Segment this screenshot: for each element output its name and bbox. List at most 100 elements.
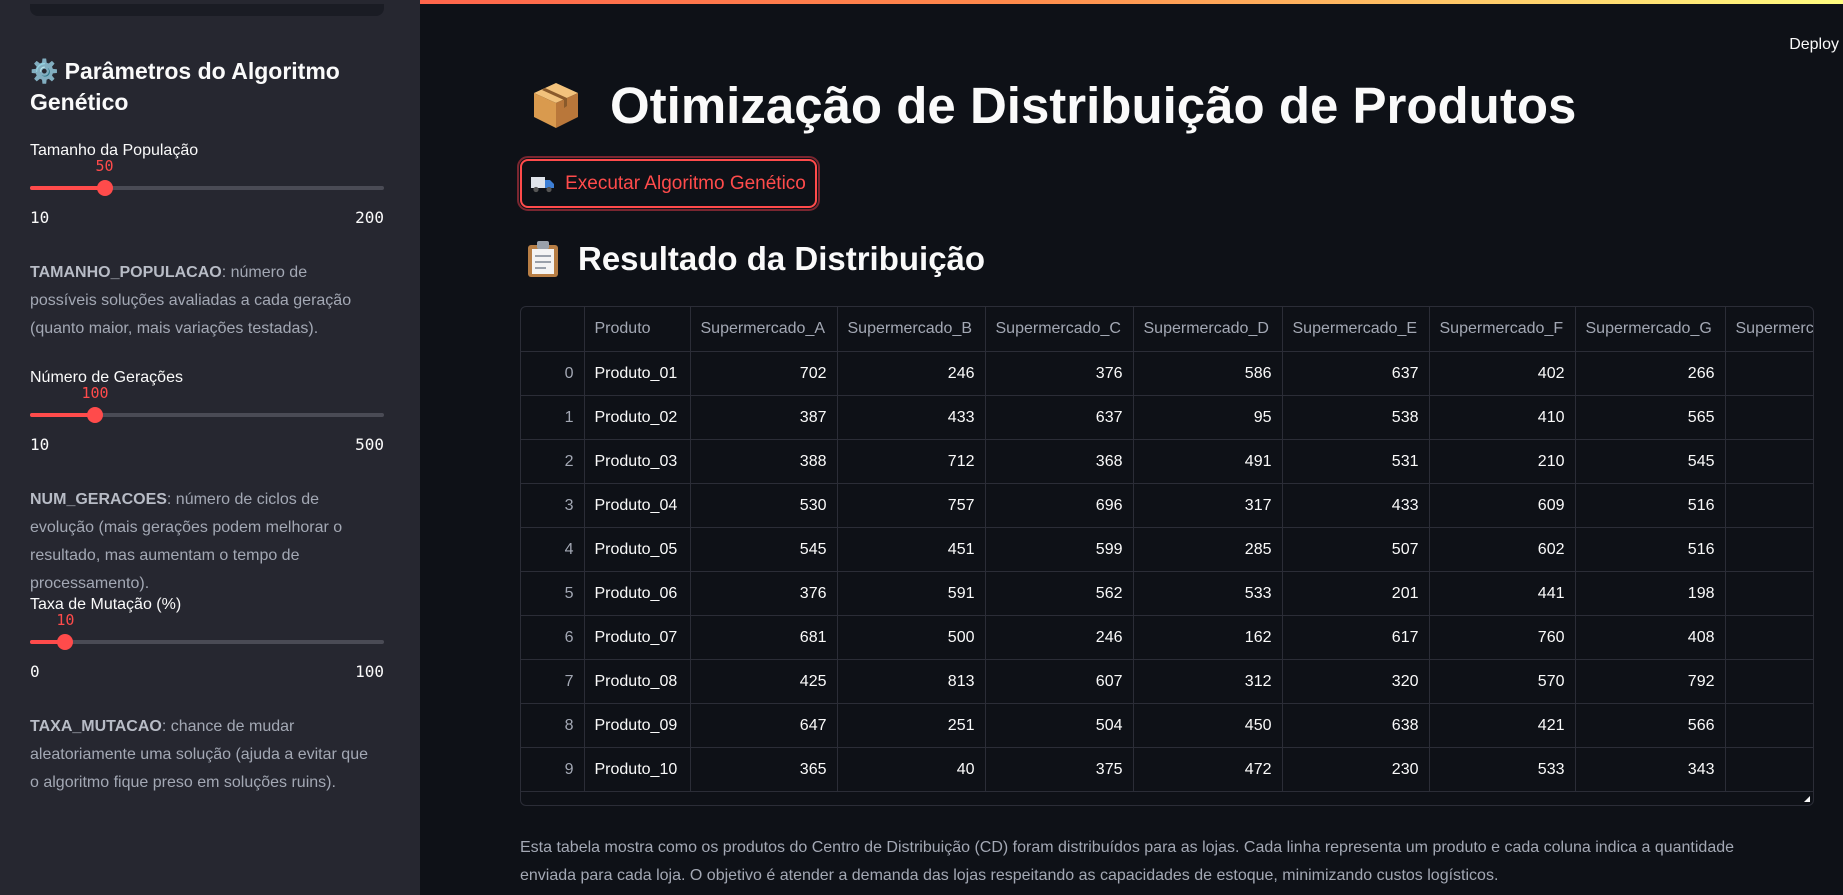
table-cell[interactable]: 538 [1282,395,1430,440]
table-cell[interactable]: 266 [1575,351,1726,396]
results-table[interactable]: Produto Supermercado_A Supermercado_B Super… [520,306,1814,806]
column-header[interactable]: Supermercado_H [1725,307,1813,352]
table-cell[interactable]: 757 [837,483,986,528]
slider-population-size[interactable]: Tamanho da População 50 10 200 [30,142,384,227]
table-cell[interactable]: 813 [837,659,986,704]
table-cell[interactable]: 530 [690,483,838,528]
column-header[interactable] [521,307,585,352]
table-cell[interactable]: 647 [690,703,838,748]
table-cell[interactable]: 516 [1575,527,1726,572]
table-row[interactable]: 9 Produto_10 365 40 375 472 230 533 343 [521,747,1813,792]
table-cell[interactable]: 570 [1429,659,1576,704]
column-header[interactable]: Supermercado_F [1429,307,1576,352]
table-cell[interactable]: Produto_06 [584,571,691,616]
table-cell[interactable]: 441 [1429,571,1576,616]
table-row[interactable]: 5 Produto_06 376 591 562 533 201 441 198 [521,571,1813,616]
table-cell[interactable]: 638 [1282,703,1430,748]
table-row[interactable]: 8 Produto_09 647 251 504 450 638 421 566 [521,703,1813,748]
table-cell[interactable]: 637 [985,395,1134,440]
table-cell[interactable]: 609 [1429,483,1576,528]
table-cell[interactable]: 516 [1575,483,1726,528]
column-header[interactable]: Supermercado_C [985,307,1134,352]
column-header[interactable]: Supermercado_G [1575,307,1726,352]
column-header[interactable]: Supermercado_D [1133,307,1283,352]
table-cell[interactable]: 375 [985,747,1134,792]
table-cell[interactable]: 410 [1429,395,1576,440]
table-cell[interactable]: 433 [1282,483,1430,528]
table-cell[interactable]: 451 [837,527,986,572]
table-cell[interactable]: 201 [1282,571,1430,616]
table-cell[interactable]: 368 [985,439,1134,484]
row-index[interactable]: 4 [521,527,585,572]
table-cell[interactable] [1725,483,1813,528]
table-cell[interactable]: 402 [1429,351,1576,396]
table-cell[interactable]: Produto_10 [584,747,691,792]
slider-generations[interactable]: Número de Gerações 100 10 500 [30,369,384,454]
table-cell[interactable]: 450 [1133,703,1283,748]
table-cell[interactable]: 500 [837,615,986,660]
row-index[interactable]: 3 [521,483,585,528]
table-row[interactable]: 7 Produto_08 425 813 607 312 320 570 792 [521,659,1813,704]
slider-thumb[interactable] [87,407,104,423]
table-cell[interactable]: 602 [1429,527,1576,572]
table-cell[interactable]: 230 [1282,747,1430,792]
slider-thumb[interactable] [57,634,74,650]
table-cell[interactable]: 251 [837,703,986,748]
table-cell[interactable]: 317 [1133,483,1283,528]
table-cell[interactable]: 565 [1575,395,1726,440]
table-cell[interactable] [1725,659,1813,704]
row-index[interactable]: 2 [521,439,585,484]
table-cell[interactable]: 285 [1133,527,1283,572]
table-cell[interactable]: 388 [690,439,838,484]
table-cell[interactable]: 681 [690,615,838,660]
row-index[interactable]: 0 [521,351,585,396]
table-cell[interactable]: 712 [837,439,986,484]
row-index[interactable]: 7 [521,659,585,704]
table-cell[interactable]: Produto_01 [584,351,691,396]
table-cell[interactable]: 162 [1133,615,1283,660]
table-cell[interactable]: 504 [985,703,1134,748]
table-cell[interactable]: 433 [837,395,986,440]
table-cell[interactable] [1725,439,1813,484]
table-cell[interactable]: 696 [985,483,1134,528]
row-index[interactable]: 9 [521,747,585,792]
table-cell[interactable]: Produto_09 [584,703,691,748]
table-cell[interactable]: 531 [1282,439,1430,484]
table-cell[interactable]: 365 [690,747,838,792]
slider-track[interactable] [30,407,384,423]
table-cell[interactable]: 343 [1575,747,1726,792]
table-cell[interactable] [1725,615,1813,660]
table-cell[interactable]: 586 [1133,351,1283,396]
table-cell[interactable]: 792 [1575,659,1726,704]
table-cell[interactable]: 198 [1575,571,1726,616]
table-cell[interactable] [1725,351,1813,396]
table-cell[interactable]: 599 [985,527,1134,572]
slider-thumb[interactable] [96,180,113,196]
table-cell[interactable] [1725,395,1813,440]
table-cell[interactable]: Produto_04 [584,483,691,528]
table-cell[interactable]: Produto_07 [584,615,691,660]
deploy-button[interactable]: Deploy [1789,36,1839,54]
table-row[interactable]: 1 Produto_02 387 433 637 95 538 410 565 [521,395,1813,440]
table-cell[interactable]: 637 [1282,351,1430,396]
table-row[interactable]: 6 Produto_07 681 500 246 162 617 760 408 [521,615,1813,660]
table-cell[interactable]: 702 [690,351,838,396]
table-cell[interactable]: 566 [1575,703,1726,748]
table-row[interactable]: 2 Produto_03 388 712 368 491 531 210 545 [521,439,1813,484]
column-header[interactable]: Supermercado_B [837,307,986,352]
table-cell[interactable]: 507 [1282,527,1430,572]
table-cell[interactable]: 246 [837,351,986,396]
table-cell[interactable] [1725,571,1813,616]
table-cell[interactable]: Produto_08 [584,659,691,704]
table-cell[interactable]: 617 [1282,615,1430,660]
table-cell[interactable]: 760 [1429,615,1576,660]
table-cell[interactable]: 533 [1133,571,1283,616]
resize-handle[interactable] [1804,796,1810,802]
row-index[interactable]: 6 [521,615,585,660]
table-cell[interactable]: 607 [985,659,1134,704]
table-cell[interactable]: 408 [1575,615,1726,660]
table-cell[interactable]: 95 [1133,395,1283,440]
table-cell[interactable]: 545 [690,527,838,572]
table-row[interactable]: 0 Produto_01 702 246 376 586 637 402 266 [521,351,1813,396]
table-cell[interactable]: 491 [1133,439,1283,484]
